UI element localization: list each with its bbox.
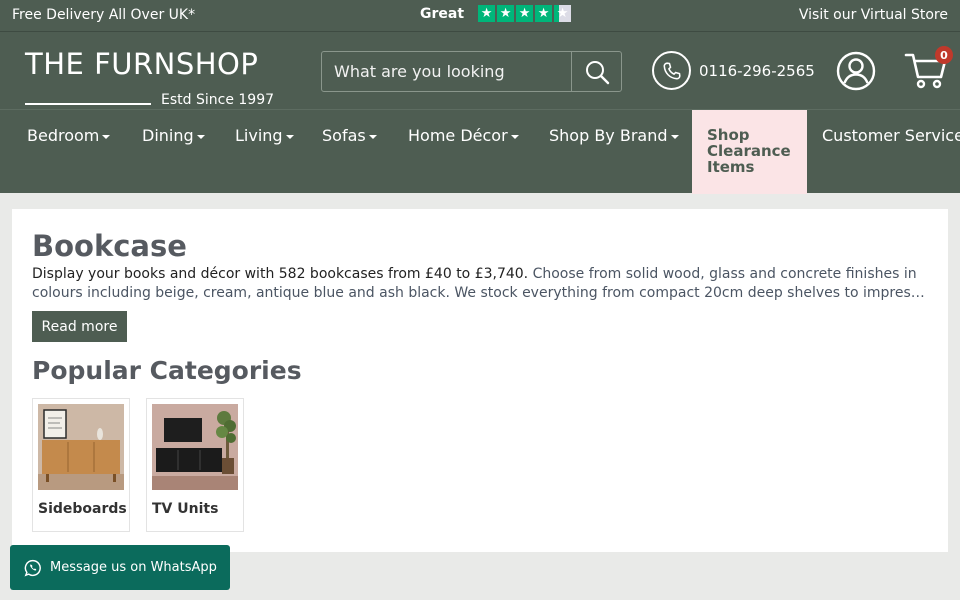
tv-unit-image [152, 404, 238, 490]
search-bar [321, 51, 622, 92]
search-button[interactable] [571, 52, 621, 91]
clearance-label-line: Clearance [707, 142, 791, 160]
nav-item-customer-service[interactable]: Customer Service [822, 126, 960, 145]
nav-item-clearance[interactable]: Shop Clearance Items [692, 110, 807, 194]
nav-item-sofas[interactable]: Sofas [322, 126, 377, 145]
whatsapp-button[interactable]: Message us on WhatsApp [10, 545, 230, 590]
clearance-label-line: Shop [707, 126, 750, 144]
whatsapp-icon [24, 559, 42, 577]
rating-stars: ★ ★ ★ ★ ★ [478, 5, 572, 22]
nav-item-shop-by-brand[interactable]: Shop By Brand [549, 126, 679, 145]
site-logo[interactable]: THE FURNSHOP Estd Since 1997 [25, 47, 274, 108]
caret-down-icon [102, 134, 111, 139]
nav-item-bedroom[interactable]: Bedroom [27, 126, 111, 145]
star-icon: ★ [478, 5, 496, 22]
nav-label: Dining [142, 126, 194, 145]
virtual-store-link[interactable]: Visit our Virtual Store [799, 7, 948, 23]
top-bar: Free Delivery All Over UK* Great ★ ★ ★ ★… [0, 0, 960, 31]
caret-down-icon [368, 134, 377, 139]
nav-label: Shop By Brand [549, 126, 668, 145]
category-tile-sideboards[interactable]: Sideboards [32, 398, 130, 532]
caret-down-icon [510, 134, 519, 139]
nav-item-living[interactable]: Living [235, 126, 294, 145]
category-intro-card: Bookcase Display your books and décor wi… [12, 209, 948, 552]
star-icon: ★ [554, 5, 572, 22]
nav-item-dining[interactable]: Dining [142, 126, 205, 145]
site-header: THE FURNSHOP Estd Since 1997 0116-296-25… [0, 31, 960, 109]
star-icon: ★ [535, 5, 553, 22]
nav-label: Customer Service [822, 126, 960, 145]
sideboard-image [38, 404, 124, 490]
page-title: Bookcase [32, 229, 187, 263]
star-icon: ★ [497, 5, 515, 22]
caret-down-icon [670, 134, 679, 139]
phone-icon [652, 51, 691, 90]
star-icon: ★ [516, 5, 534, 22]
main-nav: Bedroom Dining Living Sofas Home Décor S… [0, 109, 960, 194]
popular-categories-heading: Popular Categories [32, 356, 302, 385]
cart-count-badge: 0 [935, 46, 953, 64]
account-button[interactable] [836, 51, 876, 91]
whatsapp-label: Message us on WhatsApp [50, 560, 217, 575]
nav-label: Sofas [322, 126, 366, 145]
trustpilot-rating[interactable]: Great ★ ★ ★ ★ ★ [420, 5, 572, 22]
description-text-continued: colours including beige, cream, antique … [32, 285, 932, 301]
nav-item-home-decor[interactable]: Home Décor [408, 126, 519, 145]
logo-estd: Estd Since 1997 [161, 92, 275, 108]
read-more-button[interactable]: Read more [32, 311, 127, 342]
phone-contact[interactable]: 0116-296-2565 [652, 51, 815, 90]
clearance-label-line: Items [707, 158, 755, 176]
category-tile-tv-units[interactable]: TV Units [146, 398, 244, 532]
description-text: Choose from solid wood, glass and concre… [528, 266, 917, 282]
phone-number: 0116-296-2565 [699, 61, 815, 80]
description-lead: Display your books and décor with 582 bo… [32, 266, 529, 282]
nav-label: Home Décor [408, 126, 508, 145]
rating-word: Great [420, 5, 465, 22]
search-icon [585, 60, 609, 84]
logo-underline [25, 103, 151, 105]
nav-label: Living [235, 126, 283, 145]
caret-down-icon [285, 134, 294, 139]
category-label: TV Units [152, 501, 219, 517]
caret-down-icon [196, 134, 205, 139]
free-delivery-text: Free Delivery All Over UK* [12, 7, 196, 23]
category-label: Sideboards [38, 501, 127, 517]
user-icon [836, 51, 876, 91]
category-description: Display your books and décor with 582 bo… [32, 265, 932, 303]
search-input[interactable] [322, 52, 571, 91]
nav-label: Bedroom [27, 126, 100, 145]
cart-button[interactable]: 0 [904, 46, 953, 93]
logo-text: THE FURNSHOP [25, 47, 259, 81]
